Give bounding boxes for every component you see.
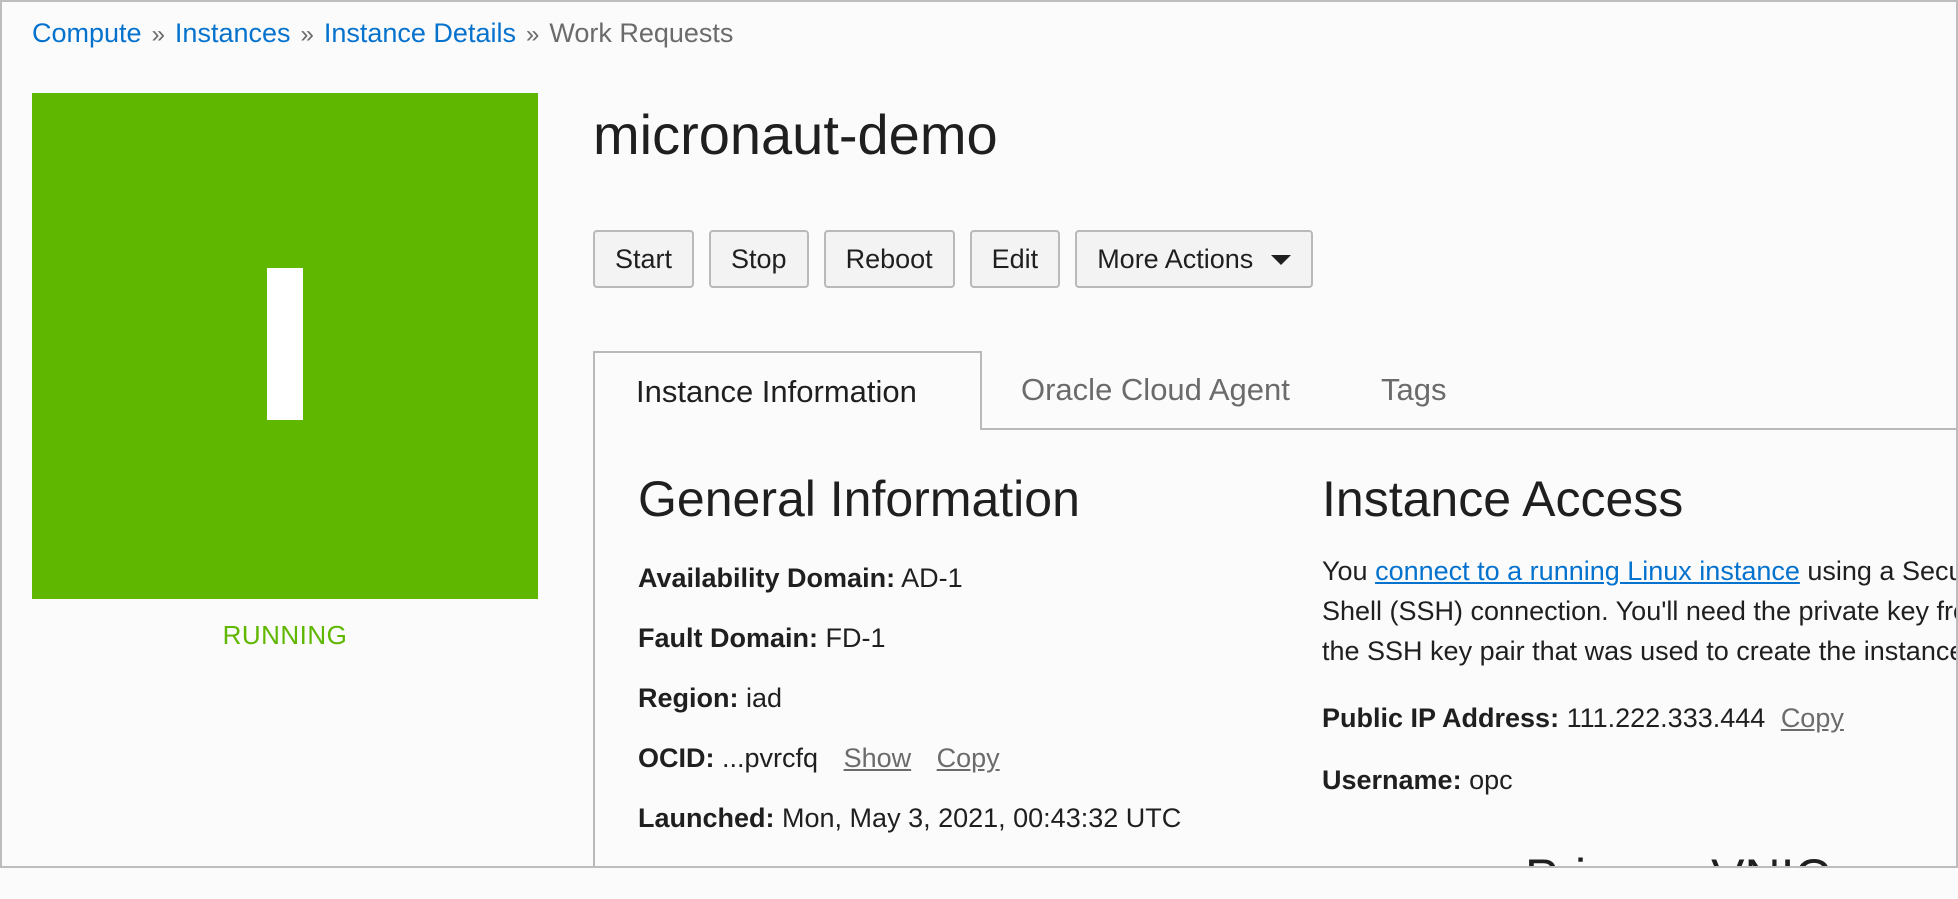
start-button[interactable]: Start [593,230,695,288]
tab-bar: Instance Information Oracle Cloud Agent … [593,351,1956,430]
status-badge: RUNNING [222,620,348,650]
region-value: iad [746,683,783,713]
ocid-label: OCID: [638,743,715,773]
region-field: Region: iad [638,683,782,714]
username-value: opc [1469,765,1513,795]
reboot-button[interactable]: Reboot [823,230,955,288]
breadcrumb-separator: » [300,21,314,48]
breadcrumb-compute[interactable]: Compute [32,18,142,48]
ocid-copy-link[interactable]: Copy [937,743,1000,773]
breadcrumb-instance-details[interactable]: Instance Details [324,18,516,48]
instance-access-description: You connect to a running Linux instance … [1322,551,1956,671]
public-ip-field: Public IP Address: 111.222.333.444 Copy [1322,703,1844,734]
launched-value: Mon, May 3, 2021, 00:43:32 UTC [782,803,1182,833]
breadcrumb: Compute » Instances » Instance Details » Work … [32,18,733,49]
caret-down-icon [1271,255,1292,265]
tab-oracle-cloud-agent[interactable]: Oracle Cloud Agent [1021,351,1290,428]
instance-status-tile [32,93,538,599]
public-ip-label: Public IP Address: [1322,703,1560,733]
instance-information-panel: General Information Availability Domain:… [593,428,1956,866]
username-label: Username: [1322,765,1462,795]
launched-field: Launched: Mon, May 3, 2021, 00:43:32 UTC [638,803,1181,834]
page-title: micronaut-demo [593,103,998,166]
more-actions-button[interactable]: More Actions [1075,230,1314,288]
region-label: Region: [638,683,739,713]
breadcrumb-current: Work Requests [549,18,734,48]
availability-domain-value: AD-1 [901,563,963,593]
breadcrumb-separator: » [525,21,540,48]
connect-linux-instance-link[interactable]: connect to a running Linux instance [1375,556,1800,586]
general-information-heading: General Information [638,471,1080,527]
breadcrumb-separator: » [151,21,165,48]
stop-button[interactable]: Stop [709,230,809,288]
tab-tags[interactable]: Tags [1381,351,1446,428]
availability-domain-label: Availability Domain: [638,563,896,593]
fault-domain-value: FD-1 [825,623,886,653]
edit-button[interactable]: Edit [969,230,1061,288]
fault-domain-field: Fault Domain: FD-1 [638,623,886,654]
username-field: Username: opc [1322,765,1513,796]
action-toolbar: Start Stop Reboot Edit More Actions [593,230,1314,288]
tab-instance-information[interactable]: Instance Information [593,351,982,430]
instance-letter-icon [267,268,303,420]
launched-label: Launched: [638,803,775,833]
ocid-field: OCID: ...pvrcfq Show Copy [638,743,1000,774]
primary-vnic-heading: Primary VNIC [1525,848,1831,866]
ocid-show-link[interactable]: Show [844,743,912,773]
ocid-value: ...pvrcfq [722,743,819,773]
breadcrumb-instances[interactable]: Instances [175,18,291,48]
public-ip-value: 111.222.333.444 [1566,703,1766,733]
access-text-prefix: You [1322,556,1376,586]
availability-domain-field: Availability Domain: AD-1 [638,563,963,594]
page-frame: Compute » Instances » Instance Details » Work … [0,0,1958,868]
fault-domain-label: Fault Domain: [638,623,818,653]
more-actions-label: More Actions [1097,243,1254,274]
public-ip-copy-link[interactable]: Copy [1781,703,1844,733]
instance-access-heading: Instance Access [1322,471,1684,527]
